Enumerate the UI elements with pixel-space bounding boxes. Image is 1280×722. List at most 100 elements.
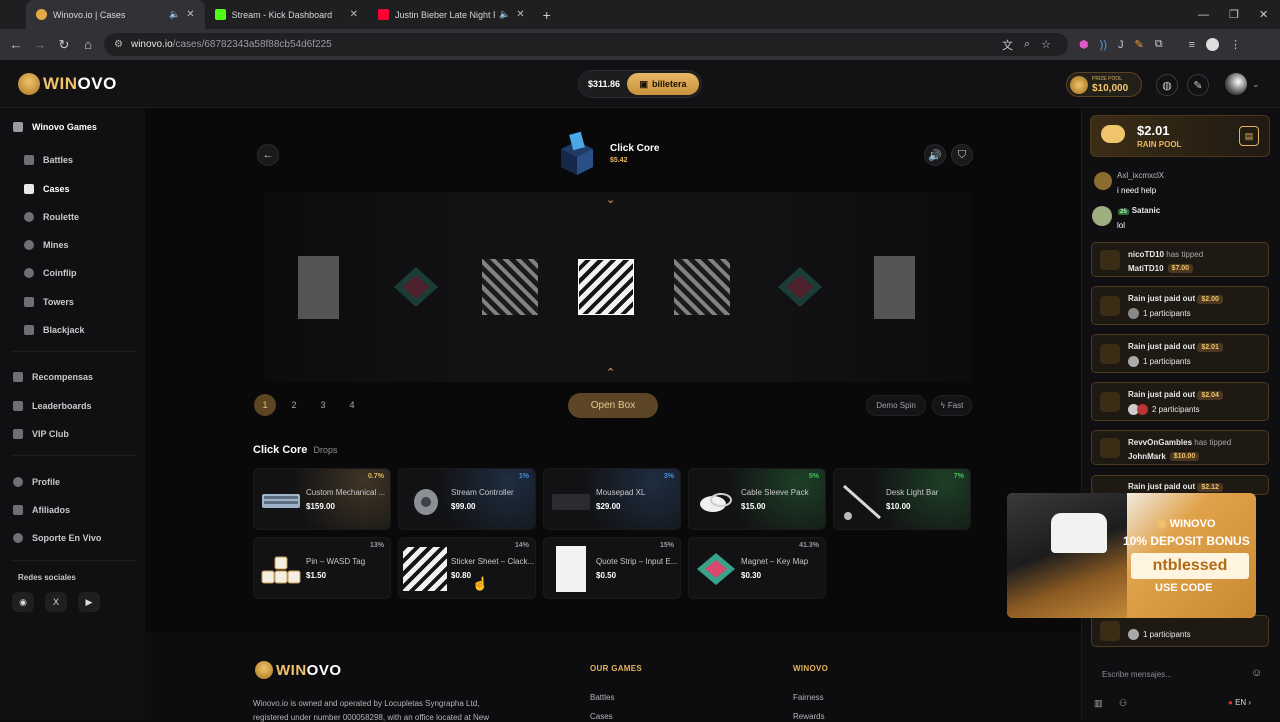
open-box-button[interactable]: Open Box <box>568 393 658 418</box>
drop-chance: 3% <box>663 473 674 480</box>
sidebar-item-afiliados[interactable]: Afiliados <box>13 500 158 520</box>
drop-card[interactable]: 15% Quote Strip – Input E... $0.50 <box>543 537 681 599</box>
sidebar-item-recompensas[interactable]: Recompensas <box>13 367 158 387</box>
fast-toggle[interactable]: ϟ Fast <box>932 395 972 416</box>
footer-col-our-games: OUR GAMES <box>590 664 643 673</box>
bookmark-star-icon[interactable]: ☆ <box>1041 38 1051 51</box>
site-info-icon[interactable]: ⚙ <box>114 39 123 50</box>
sidebar-section-winovo-games[interactable]: Winovo Games <box>13 117 158 137</box>
media-control-icon[interactable]: ≡ <box>1189 39 1195 51</box>
emoji-icon[interactable]: ☺ <box>1251 667 1262 679</box>
extensions-puzzle-icon[interactable]: ⧉ <box>1155 38 1163 51</box>
drop-card[interactable]: 13% Pin – WASD Tag $1.50 <box>253 537 391 599</box>
quote-strip-image <box>556 546 586 592</box>
new-tab-icon[interactable]: + <box>543 0 551 29</box>
promo-box-artwork <box>1007 493 1127 618</box>
sidebar-item-vip-club[interactable]: VIP Club <box>13 424 158 444</box>
mousepad-image <box>550 480 592 520</box>
case-count-1[interactable]: 1 <box>254 394 276 416</box>
browser-tab-kick[interactable]: Stream - Kick Dashboard ✕ <box>205 0 368 29</box>
rain-tip-button[interactable]: ▤ <box>1239 126 1259 146</box>
footer-link-fairness[interactable]: Fairness <box>793 693 824 702</box>
youtube-icon[interactable]: ▶ <box>78 592 100 612</box>
chat-user-avatar[interactable] <box>1092 206 1112 226</box>
user-avatar[interactable] <box>1225 73 1247 95</box>
edit-notes-icon[interactable]: ✎ <box>1187 74 1209 96</box>
balance-value: $311.86 <box>587 79 621 89</box>
extension-shield-icon[interactable]: ⬢ <box>1079 38 1089 51</box>
speaker-icon[interactable]: 🔈 <box>169 9 180 20</box>
close-tab-icon[interactable]: ✕ <box>186 9 194 20</box>
drop-card[interactable]: 14% Sticker Sheet – Clack... $0.80 <box>398 537 536 599</box>
back-arrow-icon[interactable]: ← <box>257 144 279 166</box>
drop-card[interactable]: 5% Cable Sleeve Pack $15.00 <box>688 468 826 530</box>
browser-menu-icon[interactable]: ⋮ <box>1230 38 1241 51</box>
deposit-bonus-promo[interactable]: ◉ WINOVO 10% DEPOSIT BONUS ntblessed USE… <box>1007 493 1256 618</box>
forward-icon[interactable]: → <box>28 37 52 52</box>
chat-message-text: i need help <box>1117 186 1157 195</box>
provably-fair-shield-icon[interactable]: ⛉ <box>951 144 973 166</box>
case-count-2[interactable]: 2 <box>283 394 305 416</box>
chat-input[interactable]: Escribe mensajes... <box>1090 663 1270 685</box>
drop-chance: 41.3% <box>799 542 819 549</box>
chat-rules-icon[interactable]: ▥ <box>1094 698 1103 709</box>
drop-name: Pin – WASD Tag <box>306 557 366 566</box>
profile-avatar-icon[interactable] <box>1205 38 1219 51</box>
browser-tab-winovo[interactable]: Winovo.io | Cases 🔈 ✕ <box>26 0 205 29</box>
prize-pool-badge[interactable]: PRIZE POOL $10,000 <box>1066 72 1142 97</box>
winovo-logo[interactable]: WIN OVO <box>18 73 117 95</box>
prize-pool-label: PRIZE POOL <box>1092 75 1123 82</box>
case-count-3[interactable]: 3 <box>312 394 334 416</box>
chat-username[interactable]: 25 Satanic <box>1118 206 1160 215</box>
zoom-icon[interactable]: ⌕ <box>1024 38 1030 51</box>
window-close-icon[interactable]: ✕ <box>1259 0 1268 29</box>
window-restore-icon[interactable]: ❐ <box>1229 0 1239 29</box>
case-count-4[interactable]: 4 <box>341 394 363 416</box>
sound-icon[interactable]: 🔊 <box>924 144 946 166</box>
demo-spin-button[interactable]: Demo Spin <box>866 395 926 416</box>
speaker-icon[interactable]: 🔈 <box>499 9 510 20</box>
chevron-down-icon[interactable]: ⌄ <box>1252 79 1260 90</box>
chat-language-select[interactable]: ● EN › <box>1228 698 1251 707</box>
home-icon[interactable]: ⌂ <box>76 37 100 52</box>
discord-icon[interactable]: ◉ <box>12 592 34 612</box>
reel-item-sticker-sheet <box>482 259 538 315</box>
sidebar-item-leaderboards[interactable]: Leaderboards <box>13 396 158 416</box>
drop-chance: 5% <box>808 473 819 480</box>
x-icon[interactable]: X <box>45 592 67 612</box>
drop-card[interactable]: 0.7% Custom Mechanical ... $159.00 <box>253 468 391 530</box>
drop-card[interactable]: 3% Mousepad XL $29.00 <box>543 468 681 530</box>
drop-card[interactable]: 1% Stream Controller $99.00 <box>398 468 536 530</box>
translate-icon[interactable]: 文 <box>1002 37 1013 53</box>
footer-logo[interactable]: WIN OVO <box>255 661 342 679</box>
drop-price: $99.00 <box>451 502 476 511</box>
sidebar-item-profile[interactable]: Profile <box>13 472 158 492</box>
browser-tab-youtube[interactable]: Justin Bieber Late Night Pla 🔈 ✕ <box>368 0 535 29</box>
extension-pen-icon[interactable]: ✎ <box>1134 38 1143 51</box>
wallet-button[interactable]: ▣ billetera <box>627 73 699 95</box>
close-tab-icon[interactable]: ✕ <box>350 9 358 20</box>
drop-chance: 15% <box>659 542 674 549</box>
drop-price: $15.00 <box>741 502 766 511</box>
drop-card[interactable]: 41.3% Magnet – Key Map $0.30 <box>688 537 826 599</box>
close-tab-icon[interactable]: ✕ <box>516 9 524 20</box>
gift-icon <box>13 372 23 382</box>
drop-card[interactable]: 7% Desk Light Bar $10.00 <box>833 468 971 530</box>
reload-icon[interactable]: ↻ <box>52 37 76 53</box>
promo-brand: ◉ WINOVO <box>1157 518 1216 530</box>
back-icon[interactable]: ← <box>4 37 28 52</box>
extension-sound-icon[interactable]: )) <box>1100 39 1107 51</box>
language-globe-icon[interactable]: ◍ <box>1156 74 1178 96</box>
participant-avatar <box>1128 308 1139 319</box>
extension-j-icon[interactable]: J <box>1118 39 1124 51</box>
sidebar-item-soporte[interactable]: Soporte En Vivo <box>13 528 158 548</box>
gamepad-icon <box>13 122 23 132</box>
drop-name: Desk Light Bar <box>886 488 939 497</box>
chat-user-avatar[interactable] <box>1094 172 1112 190</box>
footer-link-battles[interactable]: Battles <box>590 693 614 702</box>
chat-users-icon[interactable]: ⚇ <box>1119 698 1127 709</box>
browser-tab-bar: Winovo.io | Cases 🔈 ✕ Stream - Kick Dash… <box>0 0 1280 29</box>
chat-username[interactable]: Axl_ixcmxclX <box>1117 171 1164 180</box>
url-bar[interactable]: ⚙ winovo.io /cases/68782343a58f88cb54d6f… <box>104 33 1068 56</box>
window-minimize-icon[interactable]: — <box>1198 0 1209 29</box>
